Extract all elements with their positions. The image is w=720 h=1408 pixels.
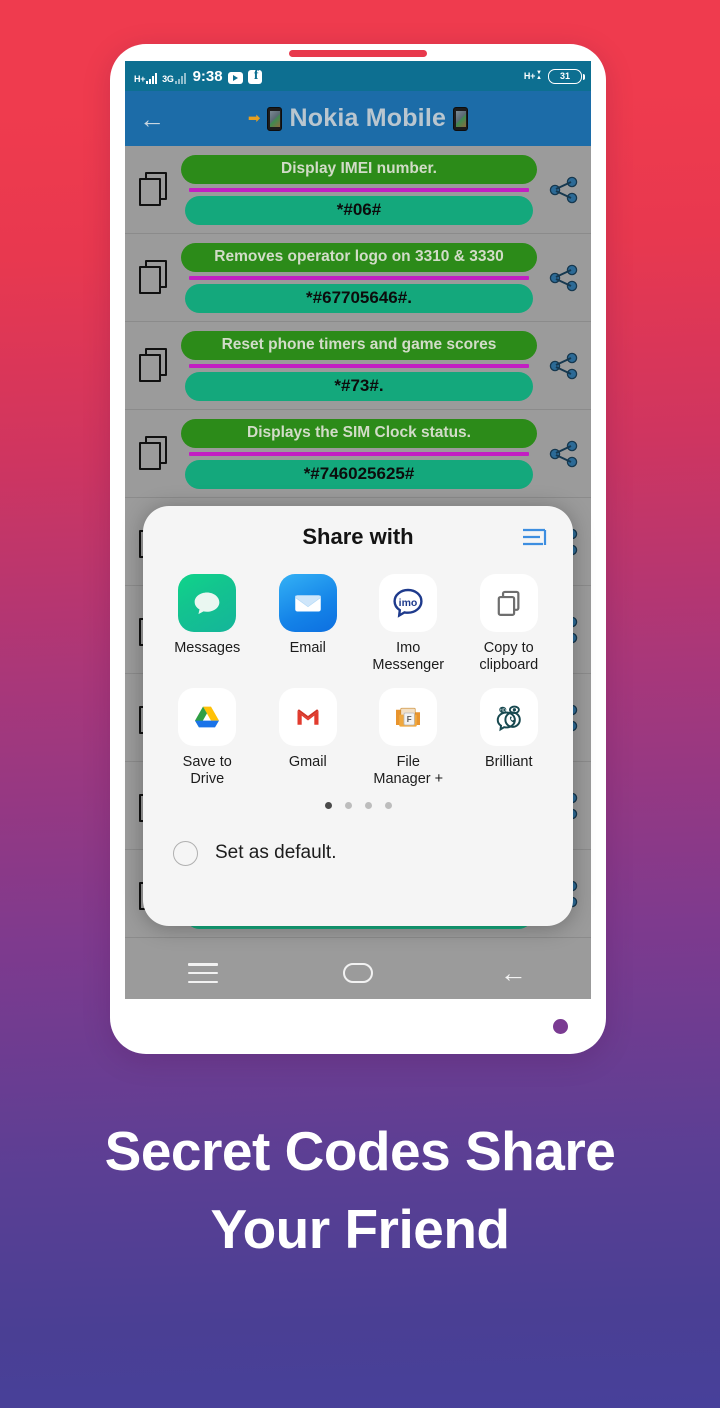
battery-indicator: 31 (548, 68, 585, 84)
code-title: Displays the SIM Clock status. (181, 418, 537, 448)
share-target-copy-clipboard[interactable]: Copy to clipboard (459, 568, 560, 674)
status-bar: H+ 3G 9:38 H+ ▼▲ 31 (125, 61, 591, 91)
share-target-label: Email (289, 640, 326, 656)
share-dialog: Share with Messages Email imo Imo Messenger… (143, 506, 573, 926)
share-target-file-manager[interactable]: F File Manager + (358, 682, 459, 788)
row-divider (189, 451, 529, 456)
nav-back-button[interactable]: ← (486, 956, 540, 990)
code-value[interactable]: *#67705646#. (185, 283, 533, 313)
phone-icon-right (453, 106, 469, 131)
share-target-label: File Manager + (373, 754, 444, 787)
phone-icon-left (267, 106, 283, 131)
share-target-label: Gmail (288, 754, 327, 770)
share-icon[interactable] (547, 173, 581, 207)
share-icon[interactable] (547, 437, 581, 471)
signal-indicator-2: 3G (162, 72, 186, 84)
menu-button[interactable] (176, 956, 230, 990)
caption-line-1: Secret Codes Share (104, 1120, 616, 1182)
status-clock: 9:38 (192, 67, 223, 85)
app-bar: ← ➡ Nokia Mobile (125, 91, 591, 146)
share-target-label: Save to Drive (182, 754, 232, 787)
share-icon[interactable] (547, 349, 581, 383)
google-drive-icon[interactable] (178, 688, 237, 746)
home-icon (342, 963, 373, 983)
file-manager-icon[interactable]: F (379, 688, 438, 746)
code-row-content: Displays the SIM Clock status. *#74602562… (181, 418, 537, 489)
share-target-brilliant[interactable]: HD Brilliant (459, 682, 560, 788)
back-icon: ← (499, 957, 527, 988)
page-dot[interactable] (324, 802, 332, 809)
share-target-email[interactable]: Email (258, 568, 359, 674)
youtube-icon (227, 71, 243, 84)
set-default-label: Set as default. (215, 842, 337, 863)
share-target-label: Brilliant (484, 754, 533, 770)
system-nav-bar: ← (125, 947, 591, 999)
app-bar-title-group: ➡ Nokia Mobile (167, 104, 549, 133)
imo-icon[interactable]: imo (379, 574, 438, 632)
code-value[interactable]: *#73#. (185, 371, 533, 401)
copy-icon[interactable] (139, 259, 171, 296)
messages-icon[interactable] (178, 574, 237, 632)
share-target-imo[interactable]: imo Imo Messenger (358, 568, 459, 674)
menu-icon (187, 963, 218, 983)
code-title: Reset phone timers and game scores (181, 330, 537, 360)
email-icon[interactable] (278, 574, 337, 632)
network-type-label-2: 3G (162, 73, 174, 84)
share-target-label: Copy to clipboard (479, 640, 539, 673)
home-button[interactable] (331, 956, 385, 990)
caption-line-2: Your Friend (210, 1198, 510, 1260)
share-target-messages[interactable]: Messages (157, 568, 258, 674)
back-button[interactable]: ← (137, 104, 167, 134)
code-row-content: Removes operator logo on 3310 & 3330 *#67… (181, 242, 537, 313)
set-as-default-row[interactable]: Set as default. (143, 831, 573, 875)
svg-text:imo: imo (399, 597, 418, 609)
code-row[interactable]: Displays the SIM Clock status. *#74602562… (125, 410, 591, 498)
share-target-label: Imo Messenger (372, 640, 445, 673)
share-dialog-title: Share with (302, 524, 414, 549)
right-arrow-icon: ➡ (247, 110, 261, 127)
share-target-gmail[interactable]: Gmail (258, 682, 359, 788)
share-app-grid[interactable]: Messages Email imo Imo Messenger Copy to cli… (143, 568, 573, 788)
brilliant-icon[interactable]: HD (479, 688, 538, 746)
signal-indicator-1: H+ (134, 72, 158, 84)
share-dialog-header: Share with (143, 506, 573, 568)
data-type-label: H+ (523, 71, 536, 81)
row-divider (189, 363, 529, 368)
gmail-icon[interactable] (278, 688, 337, 746)
row-divider (189, 187, 529, 192)
battery-level: 31 (559, 71, 570, 81)
code-value[interactable]: *#06# (185, 195, 533, 225)
svg-text:F: F (407, 715, 412, 724)
share-icon[interactable] (547, 261, 581, 295)
earpiece-speaker (289, 50, 427, 57)
page-dot[interactable] (344, 802, 352, 809)
row-divider (189, 275, 529, 280)
share-target-label: Messages (174, 640, 241, 656)
code-row-content: Display IMEI number. *#06# (181, 154, 537, 225)
page-dot[interactable] (364, 802, 372, 809)
code-row-content: Reset phone timers and game scores *#73#. (181, 330, 537, 401)
code-row[interactable]: Removes operator logo on 3310 & 3330 *#67… (125, 234, 591, 322)
share-target-google-drive[interactable]: Save to Drive (157, 682, 258, 788)
copy-clipboard-icon[interactable] (479, 574, 538, 632)
copy-icon[interactable] (139, 347, 171, 384)
set-default-radio[interactable] (173, 840, 198, 866)
code-value[interactable]: *#746025625# (185, 459, 533, 489)
page-dot[interactable] (384, 802, 392, 809)
code-title: Removes operator logo on 3310 & 3330 (181, 242, 537, 272)
sort-list-icon[interactable] (521, 526, 547, 548)
data-arrows-icon: ▼ ▲ (536, 70, 542, 81)
copy-icon[interactable] (139, 435, 171, 472)
network-type-label: H+ (134, 73, 146, 84)
data-indicator: H+ ▼ ▲ (523, 70, 542, 81)
page-indicator-dots[interactable] (143, 802, 573, 809)
code-title: Display IMEI number. (181, 154, 537, 184)
facebook-icon (247, 68, 262, 84)
code-row[interactable]: Display IMEI number. *#06# (125, 146, 591, 234)
camera-dot (553, 1019, 568, 1034)
code-row[interactable]: Reset phone timers and game scores *#73#. (125, 322, 591, 410)
copy-icon[interactable] (139, 171, 171, 208)
promo-caption: Secret Codes Share Your Friend (0, 1112, 720, 1268)
page-title: Nokia Mobile (289, 104, 447, 132)
